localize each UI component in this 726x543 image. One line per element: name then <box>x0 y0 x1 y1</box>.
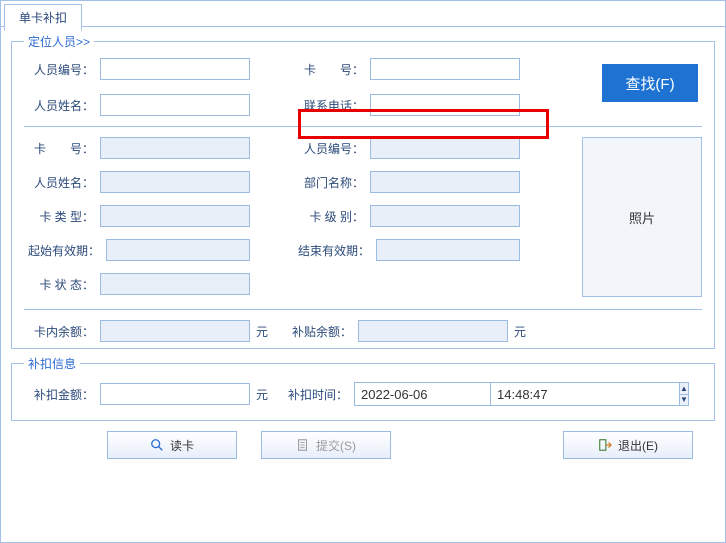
info-end-label: 结束有效期： <box>294 242 370 259</box>
find-button[interactable]: 查找(F) <box>602 64 698 102</box>
supp-fieldset: 补扣信息 补扣金额： 元 补扣时间： ▾ ▲ ▼ <box>11 355 715 421</box>
read-card-label: 读卡 <box>170 437 194 454</box>
divider-2 <box>24 309 702 310</box>
supp-time-input[interactable] <box>490 382 679 406</box>
spin-down-icon[interactable]: ▼ <box>680 395 688 406</box>
supp-amount-label: 补扣金额： <box>24 386 94 403</box>
info-card-level-label: 卡 级 别： <box>294 208 364 225</box>
supp-legend: 补扣信息 <box>24 355 80 372</box>
info-card-level <box>370 205 520 227</box>
locate-legend: 定位人员>> <box>24 33 94 50</box>
info-card-type <box>100 205 250 227</box>
supp-date-picker[interactable]: ▾ <box>354 382 484 406</box>
locate-fieldset: 定位人员>> 人员编号： 卡 号： <box>11 33 715 349</box>
info-card-no <box>100 137 250 159</box>
supp-time-label: 补扣时间： <box>282 386 348 403</box>
card-balance-label: 卡内余额： <box>24 323 94 340</box>
sub-balance <box>358 320 508 342</box>
card-balance <box>100 320 250 342</box>
info-status <box>100 273 250 295</box>
card-no-label: 卡 号： <box>294 61 364 78</box>
info-emp-name-label: 人员姓名： <box>24 174 94 191</box>
supp-time-picker[interactable]: ▲ ▼ <box>490 382 622 406</box>
supp-amount-unit: 元 <box>256 386 268 403</box>
spin-up-icon[interactable]: ▲ <box>680 383 688 395</box>
exit-label: 退出(E) <box>618 437 658 454</box>
phone-label: 联系电话： <box>294 97 364 114</box>
card-no-input[interactable] <box>370 58 520 80</box>
info-start <box>106 239 250 261</box>
main-window: 单卡补扣 定位人员>> 人员编号： 卡 号： <box>0 0 726 543</box>
info-card-type-label: 卡 类 型： <box>24 208 94 225</box>
emp-no-label: 人员编号： <box>24 61 94 78</box>
sub-balance-label: 补贴余额： <box>282 323 352 340</box>
info-end <box>376 239 520 261</box>
panel: 定位人员>> 人员编号： 卡 号： <box>1 27 725 465</box>
exit-button[interactable]: 退出(E) <box>563 431 693 459</box>
info-status-label: 卡 状 态： <box>24 276 94 293</box>
sub-balance-unit: 元 <box>514 323 526 340</box>
phone-input[interactable] <box>370 94 520 116</box>
submit-button[interactable]: 提交(S) <box>261 431 391 459</box>
divider-1 <box>24 126 702 127</box>
info-card-no-label: 卡 号： <box>24 140 94 157</box>
info-dept-label: 部门名称： <box>294 174 364 191</box>
emp-name-input[interactable] <box>100 94 250 116</box>
info-emp-name <box>100 171 250 193</box>
button-bar: 读卡 提交(S) 退出(E) <box>11 421 715 459</box>
card-balance-unit: 元 <box>256 323 268 340</box>
submit-label: 提交(S) <box>316 437 356 454</box>
info-emp-no <box>370 137 520 159</box>
exit-icon <box>598 438 612 452</box>
supp-amount-input[interactable] <box>100 383 250 405</box>
tab-single-card[interactable]: 单卡补扣 <box>4 4 82 31</box>
info-emp-no-label: 人员编号： <box>294 140 364 157</box>
search-icon <box>150 438 164 452</box>
info-start-label: 起始有效期： <box>24 242 100 259</box>
emp-name-label: 人员姓名： <box>24 97 94 114</box>
photo-label: 照片 <box>629 208 655 227</box>
tab-strip: 单卡补扣 <box>1 1 725 27</box>
info-dept <box>370 171 520 193</box>
photo-box: 照片 <box>582 137 702 297</box>
emp-no-input[interactable] <box>100 58 250 80</box>
read-card-button[interactable]: 读卡 <box>107 431 237 459</box>
document-icon <box>296 438 310 452</box>
